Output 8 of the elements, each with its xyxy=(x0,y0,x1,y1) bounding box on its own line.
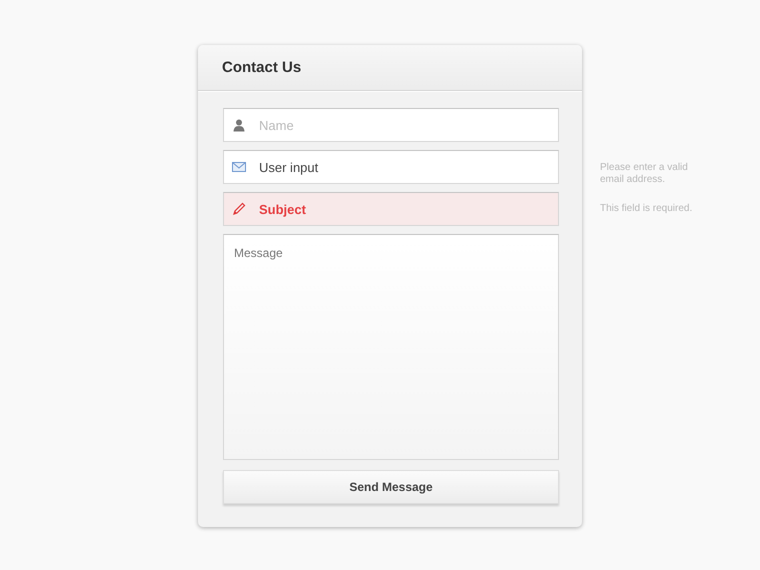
validation-message: Please enter a valid email address. xyxy=(600,162,689,186)
validation-message: This field is required. xyxy=(600,203,694,215)
input-field[interactable]: Name xyxy=(223,108,559,142)
message-field[interactable]: Message xyxy=(223,234,559,460)
input-field[interactable]: Subject xyxy=(223,192,559,226)
send-button[interactable]: Send Message xyxy=(223,470,559,504)
form-title: Contact Us xyxy=(222,59,302,76)
input-field[interactable]: User input xyxy=(223,150,559,184)
